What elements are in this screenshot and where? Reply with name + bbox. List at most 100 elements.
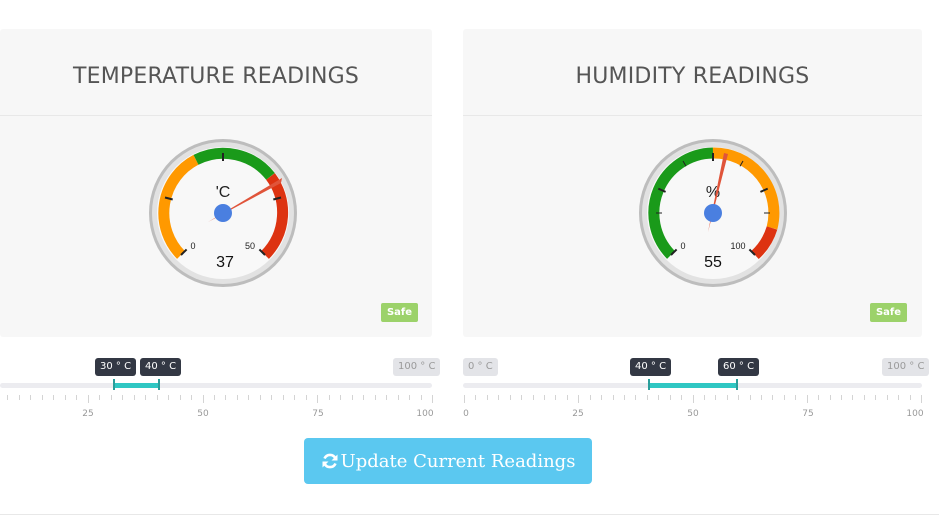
slider-tick [703, 395, 705, 400]
slider-tick [909, 395, 911, 400]
temperature-slider-max-label: 100 ° C [393, 358, 441, 376]
humidity-hub [704, 204, 722, 222]
slider-tick [841, 395, 843, 400]
slider-tick [578, 395, 580, 403]
humidity-slider-high-handle[interactable] [736, 379, 738, 390]
slider-tick [76, 395, 78, 400]
slider-tick [145, 395, 147, 400]
slider-tick [168, 395, 170, 400]
humidity-tick-label: 0 [463, 409, 469, 419]
humidity-max: 100 [730, 241, 745, 251]
slider-tick [589, 395, 591, 400]
slider-tick [30, 395, 32, 400]
slider-tick [921, 395, 922, 403]
slider-tick [863, 395, 865, 400]
slider-tick [715, 395, 717, 400]
slider-tick [818, 395, 820, 400]
temperature-slider-range [114, 383, 159, 388]
humidity-slider-min-label: 0 ° C [463, 358, 498, 376]
slider-tick [726, 395, 728, 400]
slider-tick [18, 395, 20, 400]
temperature-max: 50 [245, 241, 255, 251]
slider-tick [317, 395, 319, 403]
humidity-tick-label: 75 [802, 409, 814, 419]
slider-tick [99, 395, 101, 400]
slider-tick [795, 395, 797, 400]
slider-tick [282, 395, 284, 400]
slider-tick [886, 395, 888, 400]
slider-tick [852, 395, 854, 400]
slider-tick [646, 395, 648, 400]
slider-tick [509, 395, 511, 400]
humidity-range-slider[interactable]: 0 ° C 40 ° C 60 ° C 100 ° C 0 25 50 75 1… [463, 355, 930, 425]
slider-tick [772, 395, 774, 400]
slider-tick [555, 395, 557, 400]
slider-tick [601, 395, 603, 400]
slider-tick [761, 395, 763, 400]
slider-tick [692, 395, 694, 403]
humidity-status-badge: Safe [870, 303, 907, 322]
humidity-slider-low-handle[interactable] [648, 379, 650, 390]
slider-tick [225, 395, 227, 400]
slider-tick [669, 395, 671, 400]
update-readings-label: Update Current Readings [340, 450, 576, 472]
humidity-slider-max-label: 100 ° C [882, 358, 930, 376]
temperature-slider-low-handle[interactable] [113, 379, 115, 390]
slider-tick [612, 395, 614, 400]
temperature-slider-high-handle[interactable] [158, 379, 160, 390]
slider-tick [133, 395, 135, 400]
refresh-icon [322, 453, 338, 469]
slider-tick [363, 395, 365, 400]
slider-tick [635, 395, 637, 400]
humidity-slider-low-label: 40 ° C [630, 358, 672, 376]
temperature-min: 0 [190, 241, 195, 251]
slider-tick [806, 395, 808, 403]
slider-tick [420, 395, 422, 400]
temperature-tick-label: 50 [197, 409, 209, 419]
temperature-tick-label: 100 [416, 409, 434, 419]
humidity-value: 55 [704, 254, 722, 271]
slider-tick [543, 395, 545, 400]
humidity-gauge: % 0 100 55 [639, 139, 787, 287]
slider-tick [87, 395, 89, 403]
humidity-tick-label: 25 [572, 409, 584, 419]
temperature-slider-high-label: 40 ° C [140, 358, 182, 376]
temperature-slider-track[interactable] [0, 383, 432, 388]
slider-tick [749, 395, 751, 400]
slider-tick [875, 395, 877, 400]
update-readings-button[interactable]: Update Current Readings [304, 438, 592, 484]
slider-tick [156, 395, 158, 400]
slider-tick [486, 395, 488, 400]
slider-tick [498, 395, 500, 400]
slider-tick [41, 395, 43, 400]
slider-tick [202, 395, 204, 403]
humidity-header-divider [463, 29, 922, 116]
slider-tick [623, 395, 625, 400]
temperature-range-slider[interactable]: 30 ° C 40 ° C 100 ° C 25 50 75 100 [0, 355, 441, 425]
humidity-min: 0 [680, 241, 685, 251]
humidity-tick-label: 50 [687, 409, 699, 419]
slider-tick [236, 395, 238, 400]
slider-tick [271, 395, 273, 400]
slider-tick [829, 395, 831, 400]
footer-divider [0, 514, 939, 515]
slider-tick [464, 395, 465, 403]
slider-tick [658, 395, 660, 400]
temperature-status-badge: Safe [381, 303, 418, 322]
humidity-slider-range [649, 383, 737, 388]
slider-tick [738, 395, 740, 400]
temperature-tick-label: 25 [82, 409, 94, 419]
slider-tick [432, 395, 433, 403]
slider-tick [409, 395, 411, 400]
temperature-gauge: 'C 0 50 37 [149, 139, 297, 287]
slider-tick [397, 395, 399, 400]
slider-tick [475, 395, 477, 400]
slider-tick [191, 395, 193, 400]
temperature-hub [214, 204, 232, 222]
temperature-slider-ticks [0, 395, 433, 405]
slider-tick [386, 395, 388, 400]
slider-tick [681, 395, 683, 400]
slider-tick [566, 395, 568, 400]
slider-tick [374, 395, 376, 400]
slider-tick [521, 395, 523, 400]
